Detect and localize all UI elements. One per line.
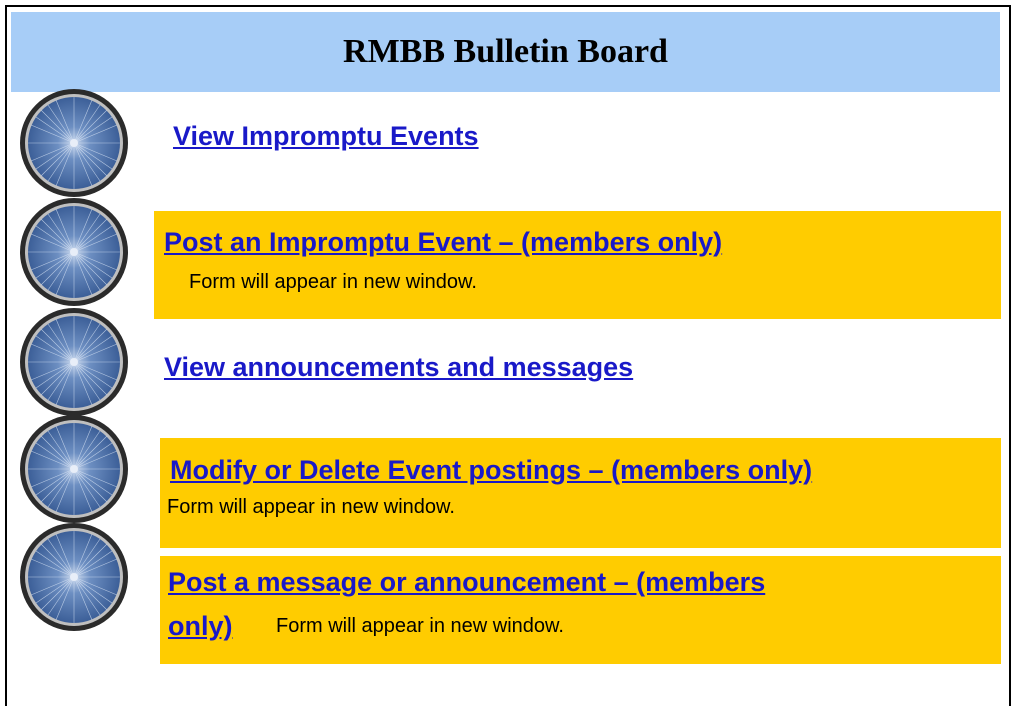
bicycle-wheel-icon bbox=[19, 88, 129, 198]
view-announcements-link[interactable]: View announcements and messages bbox=[164, 352, 633, 383]
new-window-note: Form will appear in new window. bbox=[189, 271, 477, 293]
new-window-note: Form will appear in new window. bbox=[167, 496, 455, 518]
post-impromptu-event-link[interactable]: Post an Impromptu Event – (members only) bbox=[164, 227, 722, 258]
new-window-note: Form will appear in new window. bbox=[276, 615, 564, 637]
modify-delete-events-link[interactable]: Modify or Delete Event postings – (membe… bbox=[170, 455, 812, 486]
post-message-link-line1[interactable]: Post a message or announcement – (member… bbox=[168, 567, 765, 598]
title-banner: RMBB Bulletin Board bbox=[11, 12, 1000, 92]
page-title: RMBB Bulletin Board bbox=[343, 33, 668, 70]
bicycle-wheel-icon bbox=[19, 522, 129, 632]
bicycle-wheel-icon bbox=[19, 197, 129, 307]
view-impromptu-events-link[interactable]: View Impromptu Events bbox=[173, 121, 479, 152]
bicycle-wheel-icon bbox=[19, 307, 129, 417]
bicycle-wheel-icon bbox=[19, 414, 129, 524]
post-message-link-line2[interactable]: only) bbox=[168, 611, 233, 642]
